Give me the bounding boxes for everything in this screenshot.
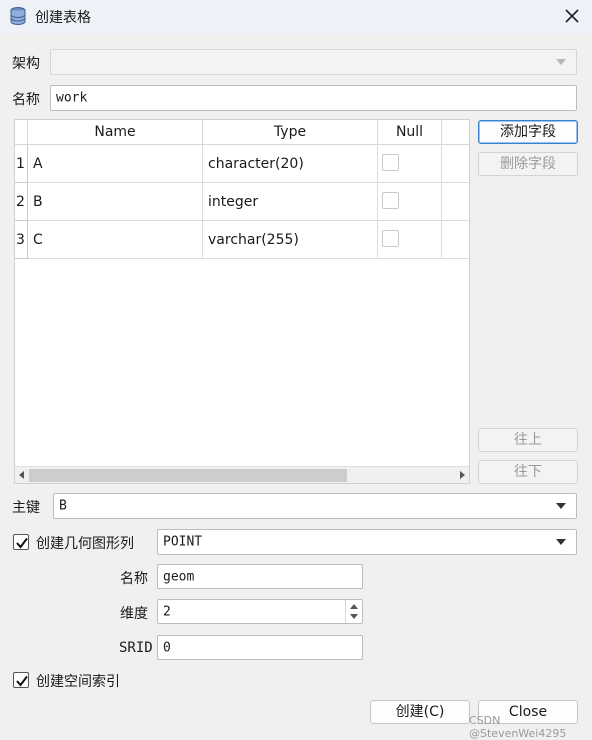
dimension-value: 2	[163, 604, 171, 619]
row-header-gutter	[15, 259, 28, 468]
geometry-name-input[interactable]: geom	[157, 564, 363, 589]
primary-key-value: B	[59, 498, 67, 514]
table-cell-filler	[442, 145, 469, 183]
scroll-left-icon[interactable]	[19, 471, 24, 479]
table-name-input[interactable]: work	[50, 85, 577, 111]
table-cell-name[interactable]: A	[28, 145, 203, 183]
spatial-index-checkbox[interactable]	[13, 672, 29, 688]
spatial-index-label[interactable]: 创建空间索引	[36, 671, 120, 691]
checkmark-icon	[16, 537, 28, 549]
srid-value: 0	[163, 640, 171, 655]
chevron-down-icon	[556, 59, 566, 65]
geometry-type-value: POINT	[163, 534, 203, 550]
delete-field-button[interactable]: 删除字段	[478, 152, 578, 176]
chevron-down-icon	[556, 539, 566, 545]
add-field-button[interactable]: 添加字段	[478, 120, 578, 144]
horizontal-scrollbar[interactable]	[15, 466, 469, 483]
watermark: CSDN @StevenWei4295	[469, 714, 567, 740]
column-header-type[interactable]: Type	[203, 120, 378, 145]
null-checkbox[interactable]	[382, 192, 399, 209]
table-cell-name[interactable]: C	[28, 221, 203, 259]
scroll-right-icon[interactable]	[460, 471, 465, 479]
table-cell-null[interactable]	[378, 183, 442, 221]
create-geometry-checkbox[interactable]	[13, 534, 29, 550]
null-checkbox[interactable]	[382, 154, 399, 171]
spin-up-icon[interactable]	[350, 604, 358, 609]
table-cell-name[interactable]: B	[28, 183, 203, 221]
create-geometry-label[interactable]: 创建几何图形列	[36, 533, 134, 553]
primary-key-label: 主键	[12, 500, 40, 516]
primary-key-select[interactable]: B	[53, 493, 577, 519]
schema-label: 架构	[12, 56, 40, 72]
table-cell-null[interactable]	[378, 145, 442, 183]
schema-select[interactable]	[50, 49, 577, 75]
geometry-name-label: 名称	[120, 571, 148, 587]
dimension-spinbox[interactable]: 2	[157, 599, 363, 624]
srid-input[interactable]: 0	[157, 635, 363, 660]
scrollbar-thumb[interactable]	[29, 469, 347, 482]
row-number[interactable]: 2	[15, 183, 28, 221]
move-down-button[interactable]: 往下	[478, 460, 578, 484]
window-title: 创建表格	[35, 10, 91, 26]
table-cell-type[interactable]: character(20)	[203, 145, 378, 183]
spin-down-icon[interactable]	[350, 614, 358, 619]
column-header-name[interactable]: Name	[28, 120, 203, 145]
table-cell-filler	[442, 221, 469, 259]
move-up-button[interactable]: 往上	[478, 428, 578, 452]
close-icon[interactable]	[562, 6, 582, 26]
fields-table[interactable]: Name Type Null 1 A character(20) 2 B int…	[14, 119, 470, 484]
table-name-value: work	[56, 90, 88, 106]
spinner-arrows[interactable]	[345, 600, 362, 623]
create-button[interactable]: 创建(C)	[370, 700, 470, 724]
table-name-label: 名称	[12, 92, 40, 108]
table-cell-null[interactable]	[378, 221, 442, 259]
table-cell-type[interactable]: integer	[203, 183, 378, 221]
row-number[interactable]: 3	[15, 221, 28, 259]
row-number[interactable]: 1	[15, 145, 28, 183]
geometry-name-value: geom	[163, 569, 195, 584]
table-corner	[15, 120, 28, 145]
column-header-null[interactable]: Null	[378, 120, 442, 145]
table-cell-filler	[442, 183, 469, 221]
database-icon	[10, 7, 26, 26]
checkmark-icon	[16, 675, 28, 687]
table-cell-type[interactable]: varchar(255)	[203, 221, 378, 259]
null-checkbox[interactable]	[382, 230, 399, 247]
chevron-down-icon	[556, 503, 566, 509]
dimension-label: 维度	[120, 606, 148, 622]
column-header-filler	[442, 120, 469, 145]
srid-label: SRID	[119, 640, 153, 656]
geometry-type-select[interactable]: POINT	[157, 529, 577, 555]
